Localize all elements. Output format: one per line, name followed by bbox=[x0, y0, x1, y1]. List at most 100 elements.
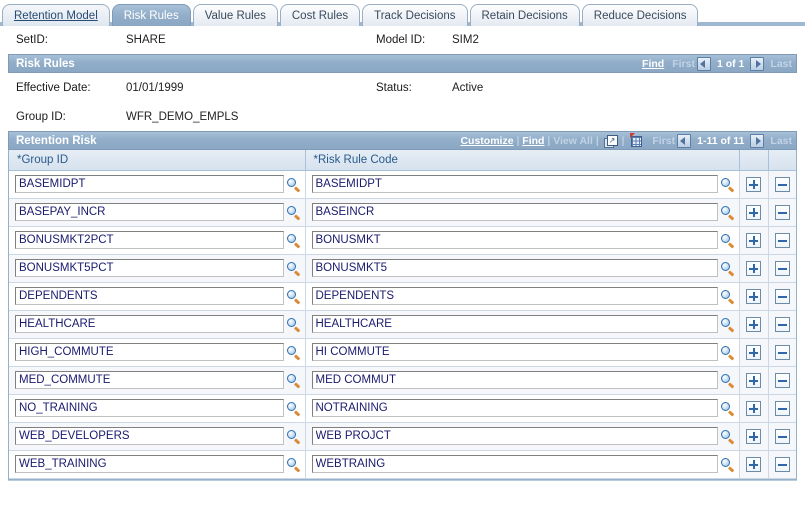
add-row-button[interactable] bbox=[746, 176, 761, 192]
risk-rules-next-arrow-icon[interactable] bbox=[750, 56, 765, 71]
risk-rule-code-input[interactable] bbox=[311, 455, 718, 473]
lookup-magnifier-icon[interactable] bbox=[720, 289, 735, 304]
risk-rule-code-input[interactable] bbox=[311, 371, 718, 389]
grid-find-link[interactable]: Find bbox=[522, 135, 544, 147]
effective-date-label: Effective Date: bbox=[16, 82, 91, 94]
lookup-magnifier-icon[interactable] bbox=[286, 429, 301, 444]
cell-add bbox=[739, 198, 769, 227]
add-row-button[interactable] bbox=[746, 260, 761, 276]
risk-rule-code-input[interactable] bbox=[311, 203, 718, 221]
lookup-magnifier-icon[interactable] bbox=[286, 317, 301, 332]
grid-next-arrow-icon[interactable] bbox=[750, 133, 765, 148]
group-id-input[interactable] bbox=[15, 399, 284, 417]
tab-track-decisions[interactable]: Track Decisions bbox=[362, 4, 468, 26]
group-id-input[interactable] bbox=[15, 427, 284, 445]
table-row bbox=[9, 170, 796, 199]
add-row-button[interactable] bbox=[746, 344, 761, 360]
add-row-button[interactable] bbox=[746, 428, 761, 444]
lookup-magnifier-icon[interactable] bbox=[720, 177, 735, 192]
lookup-magnifier-icon[interactable] bbox=[286, 373, 301, 388]
risk-rule-code-input[interactable] bbox=[311, 427, 718, 445]
keys-row: SetID: SHARE Model ID: SIM2 bbox=[8, 26, 797, 54]
column-header-risk-rule-code[interactable]: *Risk Rule Code bbox=[305, 150, 740, 171]
customize-link[interactable]: Customize bbox=[460, 135, 513, 147]
lookup-magnifier-icon[interactable] bbox=[286, 233, 301, 248]
tab-retention-model[interactable]: Retention Model bbox=[2, 4, 110, 26]
cell-group-id bbox=[9, 338, 306, 367]
add-row-button[interactable] bbox=[746, 288, 761, 304]
delete-row-button[interactable] bbox=[774, 344, 790, 360]
lookup-magnifier-icon[interactable] bbox=[720, 345, 735, 360]
lookup-magnifier-icon[interactable] bbox=[720, 457, 735, 472]
group-id-input[interactable] bbox=[15, 371, 284, 389]
lookup-magnifier-icon[interactable] bbox=[286, 401, 301, 416]
delete-row-button[interactable] bbox=[774, 176, 790, 192]
risk-rule-code-input[interactable] bbox=[311, 175, 718, 193]
group-id-input[interactable] bbox=[15, 259, 284, 277]
risk-rule-code-input[interactable] bbox=[311, 259, 718, 277]
add-row-button[interactable] bbox=[746, 316, 761, 332]
delete-row-button[interactable] bbox=[774, 260, 790, 276]
tab-risk-rules[interactable]: Risk Rules bbox=[111, 4, 191, 26]
grid-previous-arrow-icon[interactable] bbox=[677, 133, 692, 148]
delete-row-button[interactable] bbox=[774, 316, 790, 332]
new-window-icon[interactable]: ↗ bbox=[603, 134, 618, 148]
lookup-magnifier-icon[interactable] bbox=[286, 177, 301, 192]
delete-row-button[interactable] bbox=[774, 372, 790, 388]
lookup-magnifier-icon[interactable] bbox=[286, 289, 301, 304]
risk-rule-code-input[interactable] bbox=[311, 315, 718, 333]
add-row-button[interactable] bbox=[746, 204, 761, 220]
lookup-magnifier-icon[interactable] bbox=[720, 261, 735, 276]
tab-reduce-decisions[interactable]: Reduce Decisions bbox=[581, 4, 699, 26]
tab-cost-rules[interactable]: Cost Rules bbox=[279, 4, 361, 26]
table-row bbox=[9, 282, 796, 311]
risk-rules-find-link[interactable]: Find bbox=[642, 58, 664, 70]
risk-rule-code-input[interactable] bbox=[311, 231, 718, 249]
delete-row-button[interactable] bbox=[774, 456, 790, 472]
cell-delete bbox=[768, 198, 796, 227]
lookup-magnifier-icon[interactable] bbox=[286, 261, 301, 276]
add-row-button[interactable] bbox=[746, 456, 761, 472]
download-spreadsheet-icon[interactable] bbox=[630, 133, 643, 147]
cell-group-id bbox=[9, 282, 306, 311]
risk-rule-code-input[interactable] bbox=[311, 287, 718, 305]
lookup-magnifier-icon[interactable] bbox=[720, 373, 735, 388]
status-label: Status: bbox=[376, 82, 412, 94]
group-id-input[interactable] bbox=[15, 231, 284, 249]
tab-value-rules[interactable]: Value Rules bbox=[192, 4, 278, 26]
delete-row-button[interactable] bbox=[774, 288, 790, 304]
lookup-magnifier-icon[interactable] bbox=[720, 233, 735, 248]
cell-delete bbox=[768, 366, 796, 395]
add-row-button[interactable] bbox=[746, 232, 761, 248]
group-id-input[interactable] bbox=[15, 315, 284, 333]
cell-group-id bbox=[9, 394, 306, 423]
cell-risk-rule-code bbox=[305, 226, 740, 255]
group-id-input[interactable] bbox=[15, 203, 284, 221]
risk-rule-code-input[interactable] bbox=[311, 343, 718, 361]
add-row-button[interactable] bbox=[746, 372, 761, 388]
lookup-magnifier-icon[interactable] bbox=[720, 317, 735, 332]
group-id-input[interactable] bbox=[15, 287, 284, 305]
lookup-magnifier-icon[interactable] bbox=[720, 401, 735, 416]
delete-row-button[interactable] bbox=[774, 428, 790, 444]
lookup-magnifier-icon[interactable] bbox=[286, 345, 301, 360]
add-row-button[interactable] bbox=[746, 400, 761, 416]
risk-rule-code-input[interactable] bbox=[311, 399, 718, 417]
delete-row-button[interactable] bbox=[774, 204, 790, 220]
lookup-magnifier-icon[interactable] bbox=[286, 205, 301, 220]
group-id-input[interactable] bbox=[15, 455, 284, 473]
risk-rules-previous-arrow-icon[interactable] bbox=[696, 56, 711, 71]
lookup-magnifier-icon[interactable] bbox=[720, 205, 735, 220]
lookup-magnifier-icon[interactable] bbox=[720, 429, 735, 444]
lookup-magnifier-icon[interactable] bbox=[286, 457, 301, 472]
delete-row-button[interactable] bbox=[774, 232, 790, 248]
group-id-input[interactable] bbox=[15, 175, 284, 193]
cell-group-id bbox=[9, 366, 306, 395]
delete-row-button[interactable] bbox=[774, 400, 790, 416]
table-row bbox=[9, 338, 796, 367]
cell-risk-rule-code bbox=[305, 198, 740, 227]
cell-delete bbox=[768, 254, 796, 283]
tab-retain-decisions[interactable]: Retain Decisions bbox=[469, 4, 580, 26]
group-id-input[interactable] bbox=[15, 343, 284, 361]
column-header-group-id[interactable]: *Group ID bbox=[9, 150, 306, 171]
